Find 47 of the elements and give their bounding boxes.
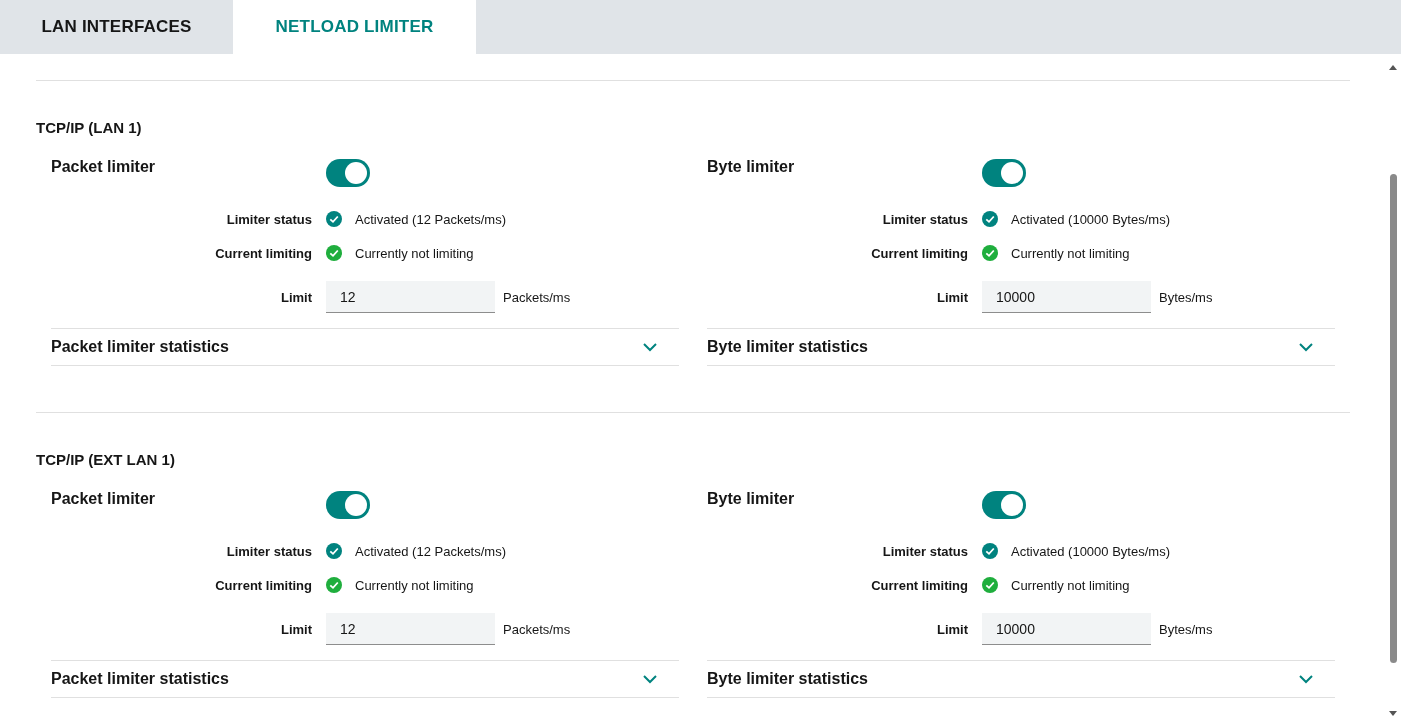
status-text: Currently not limiting — [1011, 577, 1130, 593]
limiter-title: Byte limiter — [707, 158, 796, 176]
statistics-accordion[interactable]: Byte limiter statistics — [707, 670, 868, 688]
field-label: Current limiting — [870, 245, 968, 261]
status-text: Activated (12 Packets/ms) — [355, 543, 506, 559]
limit-input[interactable]: 10000 — [982, 613, 1151, 645]
status-text: Currently not limiting — [1011, 245, 1130, 261]
unit-label: Packets/ms — [503, 289, 571, 305]
field-label: Current limiting — [214, 577, 312, 593]
unit-label: Bytes/ms — [1159, 621, 1213, 637]
limiter-title: Packet limiter — [51, 490, 157, 508]
statistics-accordion[interactable]: Packet limiter statistics — [51, 670, 229, 688]
limit-input[interactable]: 12 — [326, 613, 495, 645]
field-label: Limit — [935, 621, 968, 637]
field-label: Limiter status — [881, 211, 968, 227]
tab[interactable]: NETLOAD LIMITER — [233, 0, 476, 54]
field-label: Limiter status — [225, 543, 312, 559]
field-label: Limit — [279, 289, 312, 305]
limit-input[interactable]: 10000 — [982, 281, 1151, 313]
scroll-up-arrow-icon[interactable] — [1389, 64, 1397, 70]
status-text: Currently not limiting — [355, 245, 474, 261]
limiter-title: Byte limiter — [707, 490, 796, 508]
toggle-switch[interactable] — [326, 491, 370, 519]
toggle-switch[interactable] — [982, 491, 1026, 519]
status-text: Activated (10000 Bytes/ms) — [1011, 211, 1170, 227]
section-title: TCP/IP (EXT LAN 1) — [36, 451, 176, 468]
field-label: Limit — [935, 289, 968, 305]
statistics-accordion[interactable]: Packet limiter statistics — [51, 338, 229, 356]
field-label: Limiter status — [881, 543, 968, 559]
field-label: Current limiting — [870, 577, 968, 593]
scroll-down-arrow-icon[interactable] — [1389, 711, 1397, 717]
toggle-switch[interactable] — [326, 159, 370, 187]
tab[interactable]: LAN INTERFACES — [0, 0, 233, 54]
status-text: Activated (10000 Bytes/ms) — [1011, 543, 1170, 559]
field-label: Limiter status — [225, 211, 312, 227]
scrollbar-thumb[interactable] — [1389, 174, 1397, 663]
limit-input[interactable]: 12 — [326, 281, 495, 313]
unit-label: Bytes/ms — [1159, 289, 1213, 305]
status-text: Activated (12 Packets/ms) — [355, 211, 506, 227]
limiter-title: Packet limiter — [51, 158, 157, 176]
field-label: Limit — [279, 621, 312, 637]
statistics-accordion[interactable]: Byte limiter statistics — [707, 338, 868, 356]
unit-label: Packets/ms — [503, 621, 571, 637]
status-text: Currently not limiting — [355, 577, 474, 593]
toggle-switch[interactable] — [982, 159, 1026, 187]
section-title: TCP/IP (LAN 1) — [36, 119, 143, 136]
field-label: Current limiting — [214, 245, 312, 261]
